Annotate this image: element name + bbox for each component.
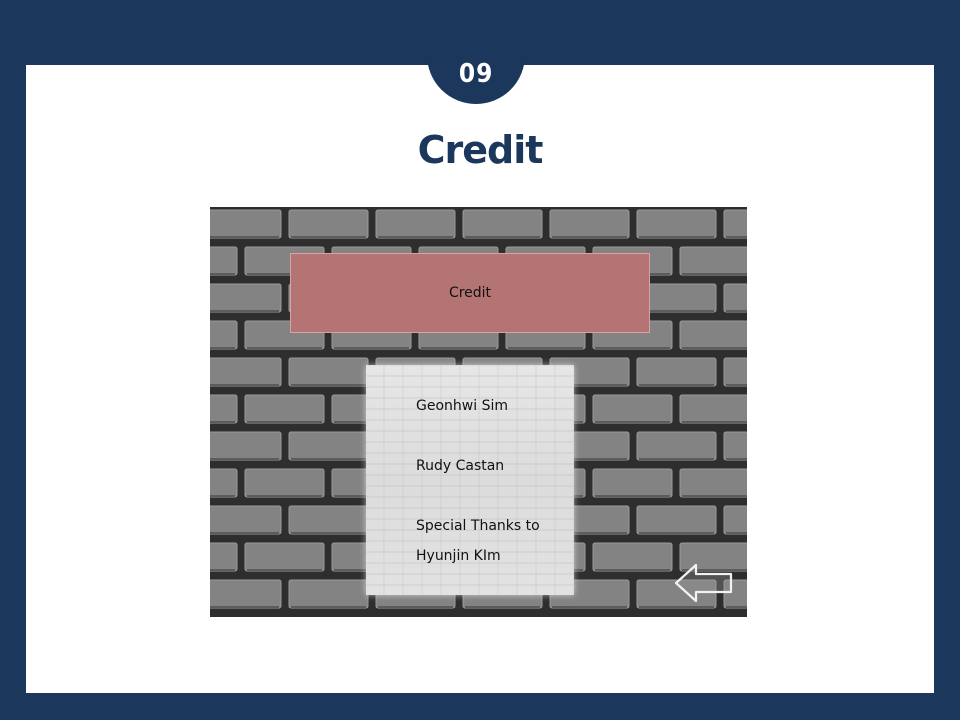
slide-title: Credit [417,128,544,172]
game-screenshot: Credit Geonhwi Sim Rudy Castan Special T… [210,207,747,617]
credit-name-2: Rudy Castan [416,458,505,474]
credits-panel: Geonhwi Sim Rudy Castan Special Thanks t… [366,365,574,595]
credit-name-3: Hyunjin KIm [416,548,501,564]
credit-banner: Credit [290,253,650,333]
slide-number: 09 [458,59,494,89]
credit-banner-label: Credit [448,285,492,301]
credit-name-1: Geonhwi Sim [416,398,508,414]
special-thanks-label: Special Thanks to [416,518,540,534]
left-arrow-icon[interactable] [672,559,736,605]
